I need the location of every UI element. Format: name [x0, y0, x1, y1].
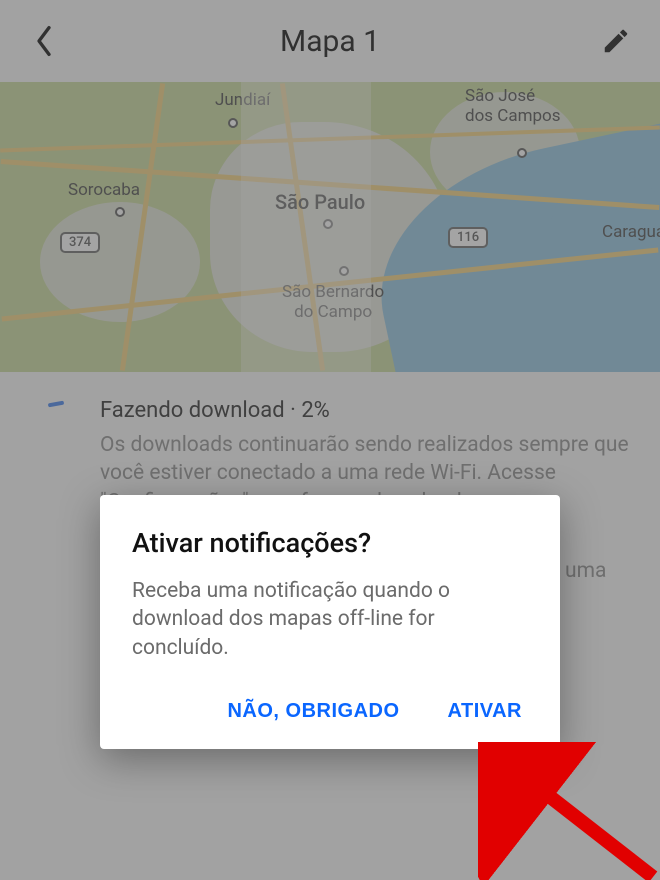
notifications-dialog: Ativar notificações? Receba uma notifica…	[100, 495, 560, 749]
dialog-accept-button[interactable]: ATIVAR	[448, 700, 522, 723]
dialog-body: Receba uma notificação quando o download…	[132, 577, 528, 662]
dialog-title: Ativar notificações?	[132, 527, 528, 559]
dialog-decline-button[interactable]: NÃO, OBRIGADO	[227, 700, 399, 723]
screen: Mapa 1 374 116 Jundiaí São José dos Camp…	[0, 0, 660, 880]
dialog-actions: NÃO, OBRIGADO ATIVAR	[132, 700, 528, 729]
